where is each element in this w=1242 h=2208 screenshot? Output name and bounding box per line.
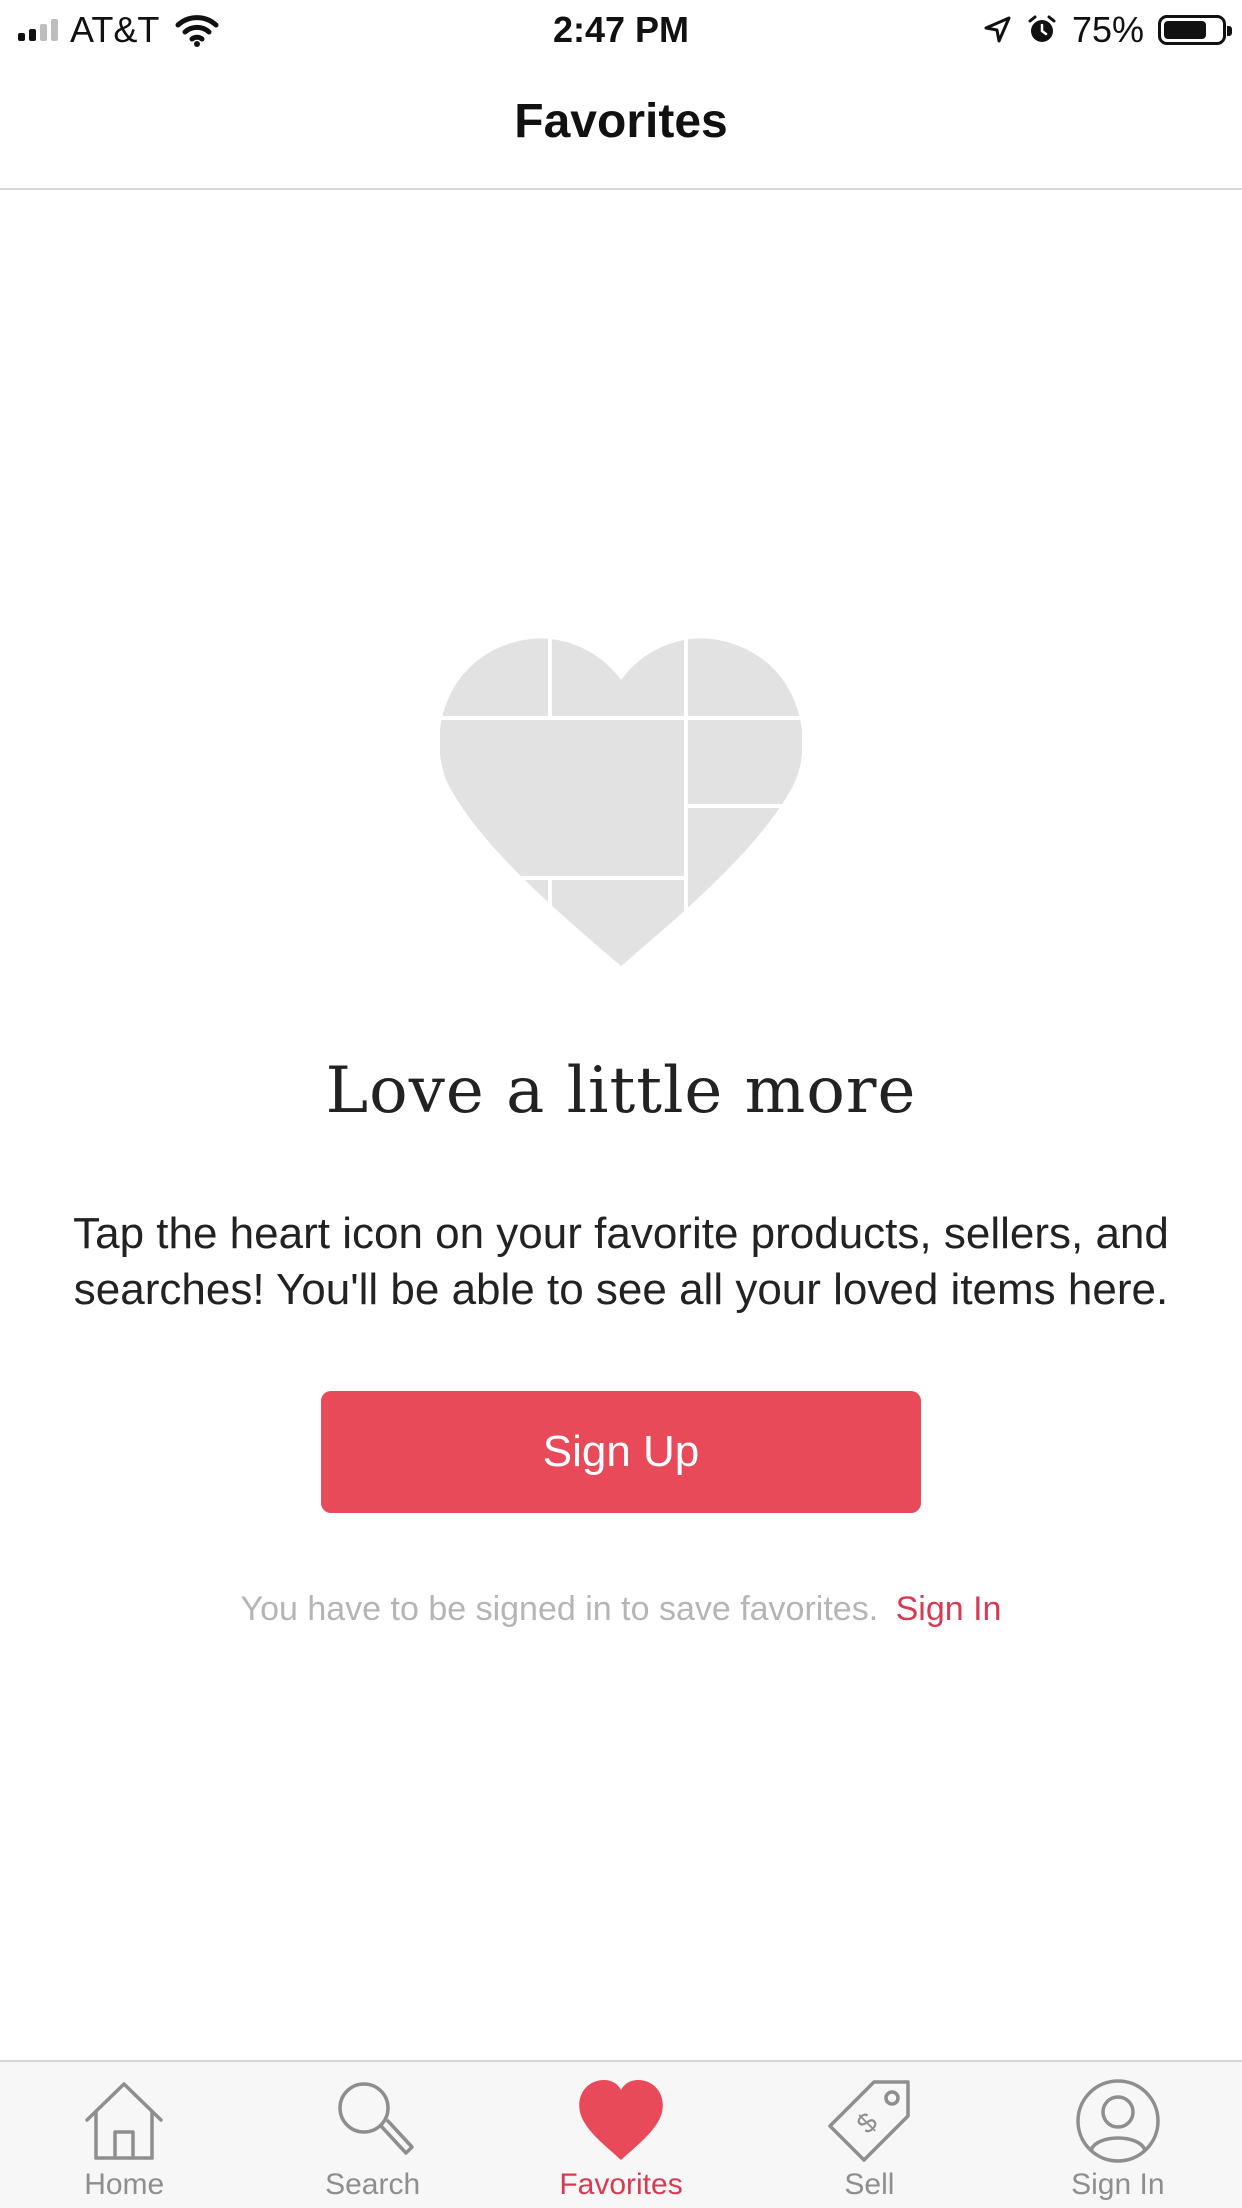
heart-collage-icon	[440, 636, 802, 966]
home-icon	[85, 2082, 163, 2160]
nav-bar: Favorites	[0, 62, 1242, 190]
alarm-icon	[1028, 15, 1056, 42]
empty-state-description: Tap the heart icon on your favorite prod…	[73, 1209, 1169, 1314]
tab-label-home: Home	[84, 2168, 165, 2201]
sign-up-button[interactable]: Sign Up	[321, 1391, 921, 1513]
tab-sign-in[interactable]: Sign In	[994, 2062, 1242, 2208]
tab-label-search: Search	[325, 2168, 421, 2201]
sign-in-hint-text: You have to be signed in to save favorit…	[240, 1590, 879, 1628]
sign-in-link[interactable]: Sign In	[896, 1590, 1002, 1628]
status-bar: AT&T 2:47 PM 75%	[0, 0, 1242, 62]
page-title: Favorites	[514, 95, 728, 148]
battery-tip	[1227, 26, 1232, 36]
tab-label-favorites: Favorites	[559, 2168, 683, 2201]
tab-label-sell: Sell	[844, 2168, 895, 2201]
price-tag-icon: $	[828, 2080, 911, 2162]
tab-label-sign-in: Sign In	[1071, 2168, 1165, 2201]
tab-bar: Home Search Favorites $ Sell Sign In	[0, 2060, 1242, 2208]
tab-home[interactable]: Home	[0, 2062, 248, 2208]
sign-in-hint: You have to be signed in to save favorit…	[0, 1590, 1242, 1629]
tab-favorites[interactable]: Favorites	[497, 2062, 745, 2208]
battery-percent: 75%	[1071, 9, 1144, 50]
tab-search[interactable]: Search	[248, 2062, 496, 2208]
heart-icon	[579, 2080, 663, 2160]
empty-state-title: Love a little more	[325, 1054, 917, 1128]
svg-text:$: $	[851, 2106, 884, 2139]
search-icon	[337, 2082, 414, 2155]
user-icon	[1076, 2079, 1160, 2163]
location-arrow-icon	[984, 16, 1011, 43]
battery-icon	[1158, 15, 1232, 45]
status-right: 75%	[982, 8, 1232, 52]
tab-sell[interactable]: $ Sell	[745, 2062, 993, 2208]
battery-fill	[1164, 21, 1206, 39]
